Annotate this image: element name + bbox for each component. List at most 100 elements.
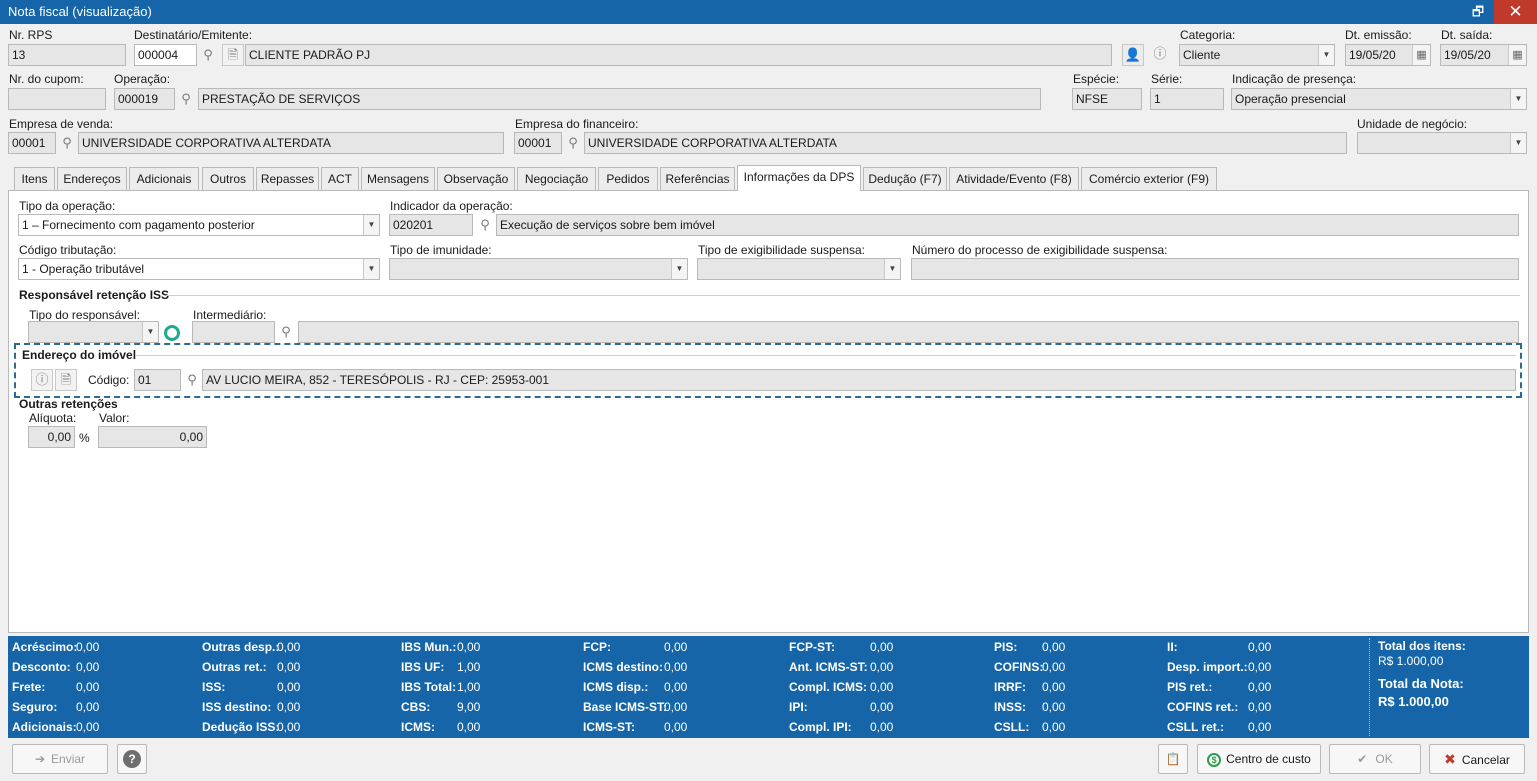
endereco-codigo-field[interactable]: 01 xyxy=(134,369,181,391)
chevron-down-icon[interactable]: ▼ xyxy=(1510,133,1526,153)
tab-atividade-evento[interactable]: Atividade/Evento (F8) xyxy=(949,167,1079,190)
cancelar-button-label: Cancelar xyxy=(1461,753,1510,767)
total-value: 0,00 xyxy=(870,680,894,694)
search-icon[interactable]: ⚲ xyxy=(276,321,296,343)
tipo-imunidade-select[interactable]: ▼ xyxy=(389,258,688,280)
tab-referencias[interactable]: Referências xyxy=(660,167,735,190)
chevron-down-icon[interactable]: ▼ xyxy=(884,259,900,279)
tab-itens[interactable]: Itens xyxy=(14,167,55,190)
search-icon[interactable]: ⚲ xyxy=(198,44,218,66)
info-icon[interactable]: ⓘ xyxy=(1149,44,1171,66)
tab-outros[interactable]: Outros xyxy=(202,167,254,190)
chevron-down-icon[interactable]: ▼ xyxy=(1510,89,1526,109)
ok-button-label: OK xyxy=(1375,752,1393,766)
total-label: Adicionais: xyxy=(12,720,77,734)
tab-repasses[interactable]: Repasses xyxy=(256,167,319,190)
search-icon[interactable]: ⚲ xyxy=(57,132,77,154)
destinatario-code-field[interactable]: 000004 xyxy=(134,44,197,66)
tipo-exigibilidade-select[interactable]: ▼ xyxy=(697,258,901,280)
tab-act[interactable]: ACT xyxy=(321,167,359,190)
presenca-select[interactable]: Operação presencial ▼ xyxy=(1231,88,1527,110)
indicador-operacao-label: Indicador da operação: xyxy=(390,199,513,213)
tab-negociacao[interactable]: Negociação xyxy=(517,167,596,190)
divider xyxy=(136,355,1516,356)
chevron-down-icon[interactable]: ▼ xyxy=(142,322,158,342)
total-label: CSLL: xyxy=(994,720,1030,734)
empresa-financeiro-code-field[interactable]: 00001 xyxy=(514,132,562,154)
total-value: 1,00 xyxy=(457,660,481,674)
categoria-select[interactable]: Cliente ▼ xyxy=(1179,44,1335,66)
codigo-label: Código: xyxy=(88,373,130,387)
clipboard-button[interactable]: 📋 xyxy=(1158,744,1188,774)
aliquota-field[interactable]: 0,00 xyxy=(28,426,75,448)
cancelar-button[interactable]: ✖ Cancelar xyxy=(1429,744,1525,774)
total-label: ICMS-ST: xyxy=(583,720,635,734)
centro-custo-button[interactable]: $ Centro de custo xyxy=(1197,744,1321,774)
total-value: 0,00 xyxy=(277,680,301,694)
chevron-down-icon[interactable]: ▼ xyxy=(671,259,687,279)
chevron-down-icon[interactable]: ▼ xyxy=(1318,45,1334,65)
tab-deducao[interactable]: Dedução (F7) xyxy=(863,167,947,190)
codigo-tributacao-select[interactable]: 1 - Operação tributável ▼ xyxy=(18,258,380,280)
indicador-operacao-code-field[interactable]: 020201 xyxy=(389,214,473,236)
retencao-iss-title: Responsável retenção ISS xyxy=(19,288,170,302)
search-icon[interactable]: ⚲ xyxy=(475,214,495,236)
unidade-negocio-select[interactable]: ▼ xyxy=(1357,132,1527,154)
enviar-button[interactable]: ➔ Enviar xyxy=(12,744,108,774)
divider xyxy=(166,295,1520,296)
tipo-operacao-select[interactable]: 1 – Fornecimento com pagamento posterior… xyxy=(18,214,380,236)
valor-field[interactable]: 0,00 xyxy=(98,426,207,448)
tab-comercio-exterior[interactable]: Comércio exterior (F9) xyxy=(1081,167,1217,190)
new-document-icon[interactable]: 🗎 xyxy=(222,44,244,66)
tipo-responsavel-select[interactable]: ▼ xyxy=(28,321,159,343)
total-value: 0,00 xyxy=(664,720,688,734)
tab-pedidos[interactable]: Pedidos xyxy=(598,167,658,190)
search-icon[interactable]: ⚲ xyxy=(182,369,202,391)
total-value: 0,00 xyxy=(76,700,100,714)
user-icon[interactable]: 👤 xyxy=(1122,44,1144,66)
numero-processo-field[interactable] xyxy=(911,258,1519,280)
restore-icon[interactable]: 🗗 xyxy=(1462,0,1494,24)
serie-field[interactable]: 1 xyxy=(1150,88,1224,110)
total-label: PIS: xyxy=(994,640,1018,654)
nr-cupom-field[interactable] xyxy=(8,88,106,110)
tab-mensagens[interactable]: Mensagens xyxy=(361,167,435,190)
info-icon[interactable]: ⓘ xyxy=(31,369,53,391)
tab-informacoes-dps[interactable]: Informações da DPS xyxy=(737,165,861,191)
total-label: CBS: xyxy=(401,700,431,714)
numero-processo-label: Número do processo de exigibilidade susp… xyxy=(912,243,1168,257)
total-value: 0,00 xyxy=(1248,700,1272,714)
empresa-venda-code-field[interactable]: 00001 xyxy=(8,132,56,154)
chevron-down-icon[interactable]: ▼ xyxy=(363,259,379,279)
total-value: 0,00 xyxy=(457,720,481,734)
operacao-code-field[interactable]: 000019 xyxy=(114,88,175,110)
total-label: Compl. ICMS: xyxy=(789,680,867,694)
status-circle-icon[interactable] xyxy=(164,325,180,341)
total-label: II: xyxy=(1167,640,1178,654)
search-icon[interactable]: ⚲ xyxy=(563,132,583,154)
tab-enderecos[interactable]: Endereços xyxy=(57,167,127,190)
tab-adicionais[interactable]: Adicionais xyxy=(129,167,199,190)
total-value: 0,00 xyxy=(664,680,688,694)
calendar-icon[interactable]: ▦ xyxy=(1412,45,1430,65)
search-icon[interactable]: ⚲ xyxy=(176,88,196,110)
window-title: Nota fiscal (visualização) xyxy=(8,4,152,19)
chevron-down-icon[interactable]: ▼ xyxy=(363,215,379,235)
indicador-operacao-name-field: Execução de serviços sobre bem imóvel xyxy=(496,214,1519,236)
especie-field[interactable]: NFSE xyxy=(1072,88,1142,110)
unidade-negocio-label: Unidade de negócio: xyxy=(1357,117,1468,131)
dt-emissao-field[interactable]: 19/05/20 ▦ xyxy=(1345,44,1431,66)
new-document-icon[interactable]: 🗎 xyxy=(55,369,77,391)
intermediario-code-field[interactable] xyxy=(192,321,275,343)
calendar-icon[interactable]: ▦ xyxy=(1508,45,1526,65)
dt-saida-field[interactable]: 19/05/20 ▦ xyxy=(1440,44,1527,66)
total-label: ICMS destino: xyxy=(583,660,663,674)
ok-button[interactable]: ✔ OK xyxy=(1329,744,1421,774)
close-icon[interactable]: ✕ xyxy=(1494,0,1537,24)
total-label: Outras desp.: xyxy=(202,640,280,654)
help-button[interactable]: ? xyxy=(117,744,147,774)
tab-observacao[interactable]: Observação xyxy=(437,167,515,190)
nr-rps-field[interactable]: 13 xyxy=(8,44,126,66)
total-value: 0,00 xyxy=(1042,660,1066,674)
total-itens-value: R$ 1.000,00 xyxy=(1378,654,1444,668)
